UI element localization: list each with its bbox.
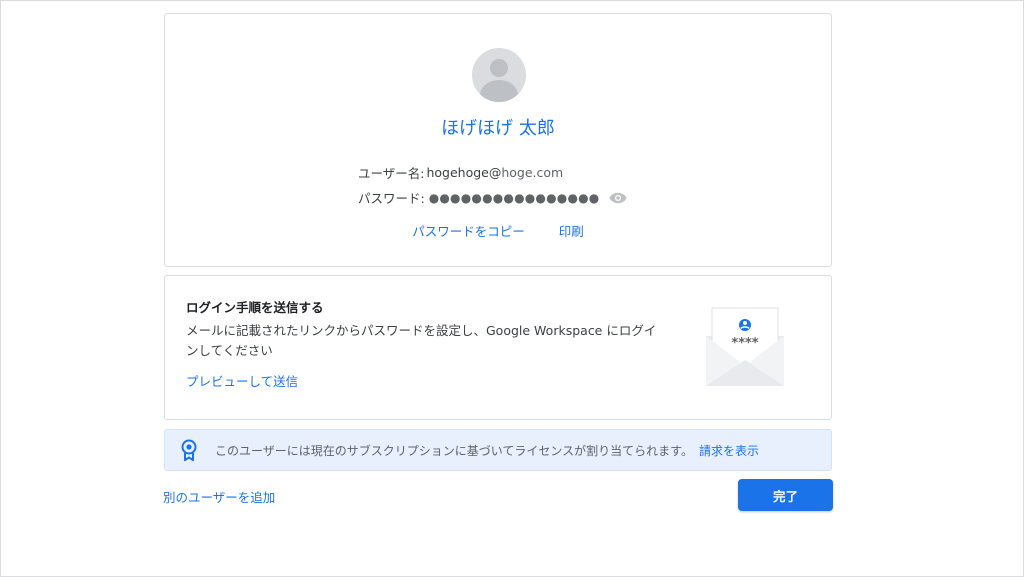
- user-display-name: ほげほげ 太郎: [441, 118, 555, 139]
- username-row: ユーザー名: hogehoge@ hoge.com: [358, 163, 563, 182]
- username-domain: hoge.com: [501, 165, 564, 180]
- done-button[interactable]: 完了: [738, 479, 833, 511]
- username-label: ユーザー名:: [358, 166, 425, 181]
- envelope-stars: ****: [731, 336, 758, 351]
- add-another-user-link[interactable]: 別のユーザーを追加: [163, 487, 275, 506]
- login-instructions-card: ログイン手順を送信する メールに記載されたリンクからパスワードを設定し、Goog…: [164, 275, 832, 420]
- username-local: hogehoge@: [426, 165, 502, 180]
- eye-icon[interactable]: [609, 192, 628, 204]
- user-card-actions: パスワードをコピー 印刷: [165, 221, 831, 240]
- license-badge-icon: [181, 439, 197, 461]
- password-masked: ●●●●●●●●●●●●●●●●: [428, 190, 600, 205]
- view-billing-link[interactable]: 請求を表示: [699, 442, 759, 459]
- person-avatar-icon: [472, 48, 526, 102]
- password-label: パスワード:: [358, 191, 425, 206]
- preview-send-link[interactable]: プレビューして送信: [186, 371, 298, 390]
- password-row: パスワード: ●●●●●●●●●●●●●●●●: [358, 188, 628, 207]
- license-banner: このユーザーには現在のサブスクリプションに基づいてライセンスが割り当てられます。…: [164, 429, 832, 471]
- login-card-description: メールに記載されたリンクからパスワードを設定し、Google Workspace…: [186, 323, 657, 358]
- print-link[interactable]: 印刷: [559, 221, 584, 240]
- login-card-title: ログイン手順を送信する: [186, 300, 324, 315]
- license-banner-text: このユーザーには現在のサブスクリプションに基づいてライセンスが割り当てられます。: [215, 443, 693, 458]
- envelope-icon: ****: [706, 307, 784, 386]
- user-info-card: ほげほげ 太郎 ユーザー名: hogehoge@ hoge.com パスワード:…: [164, 13, 832, 267]
- copy-password-link[interactable]: パスワードをコピー: [412, 221, 525, 240]
